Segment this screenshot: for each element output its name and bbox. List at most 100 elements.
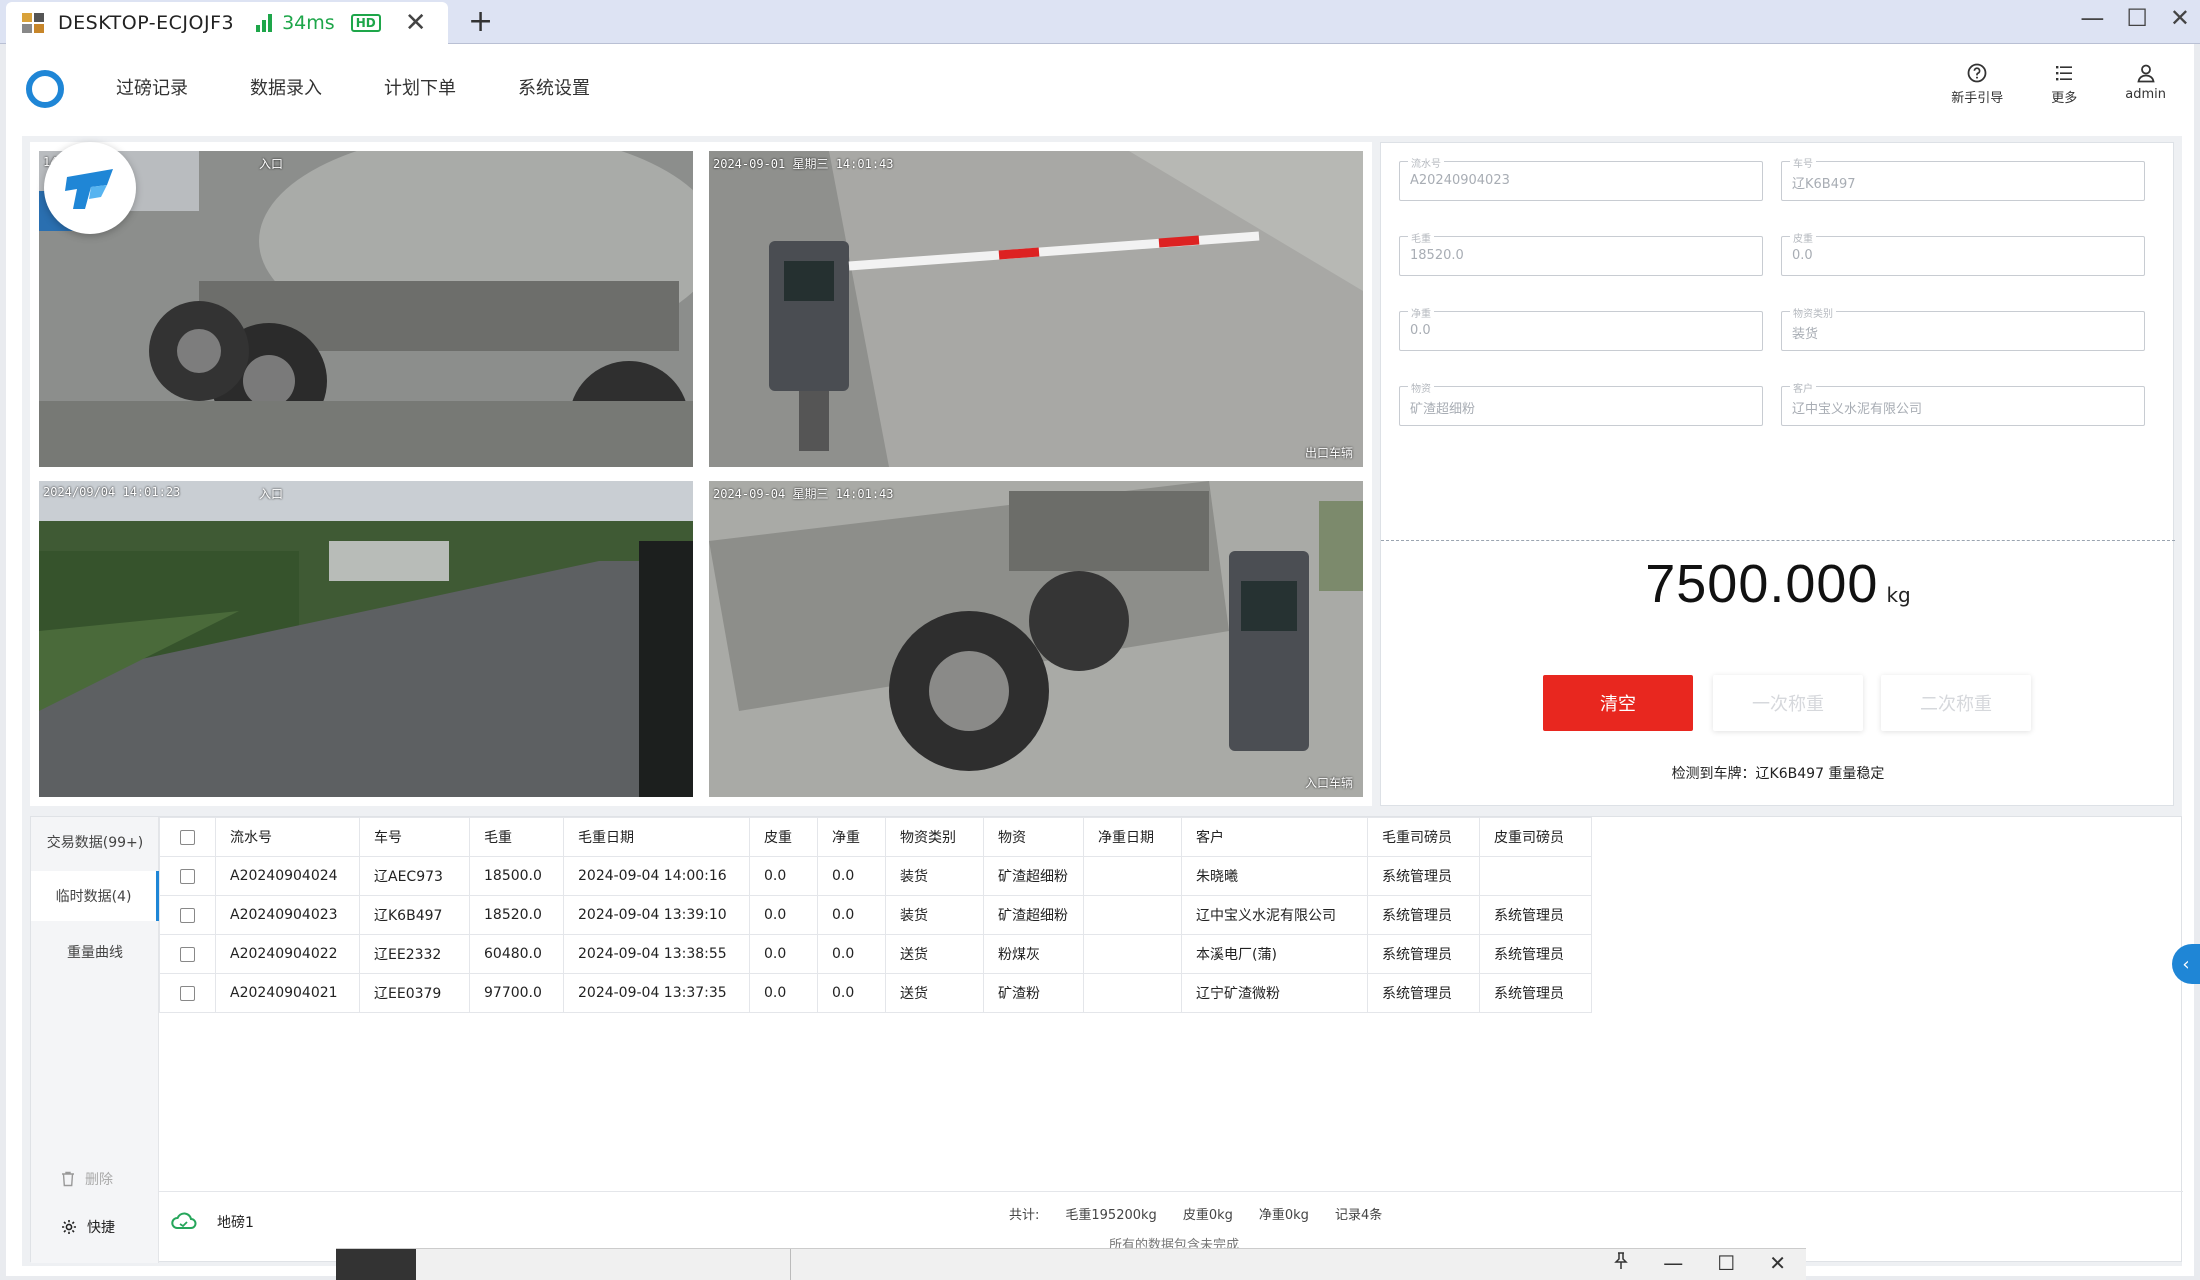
row-checkbox[interactable] — [180, 907, 195, 923]
remote-desktop-bar: DESKTOP-ECJOJF3 34ms HD ✕ + — ☐ ✕ — [0, 0, 2200, 44]
cell-tare: 0.0 — [749, 973, 818, 1013]
column-header[interactable]: 客户 — [1181, 817, 1368, 857]
row-select-cell[interactable] — [159, 856, 216, 896]
new-tab-button[interactable]: + — [468, 4, 493, 39]
row-checkbox[interactable] — [180, 868, 195, 884]
table-header-row: 流水号 车号 毛重 毛重日期 皮重 净重 物资类别 物资 净重日期 客户 毛重司 — [159, 817, 1592, 857]
remote-app-icon — [20, 10, 48, 36]
column-header[interactable]: 流水号 — [215, 817, 360, 857]
totals-label: 共计: — [1009, 1208, 1040, 1223]
gross-weight-field[interactable]: 毛重 18520.0 — [1399, 230, 1763, 276]
camera-feed-3[interactable]: 2024/09/04 14:01:23 入口 — [39, 481, 693, 797]
more-button[interactable]: 更多 — [2051, 62, 2077, 106]
remote-host-name: DESKTOP-ECJOJF3 — [58, 12, 235, 34]
taskbar-maximize-button[interactable]: ☐ — [1717, 1251, 1735, 1275]
scale-status[interactable]: 地磅1 — [171, 1212, 254, 1232]
help-guide-button[interactable]: 新手引导 — [1951, 62, 2003, 106]
table-row[interactable]: A20240904022 辽EE2332 60480.0 2024-09-04 … — [159, 934, 1592, 974]
cell-material: 矿渣粉 — [983, 973, 1084, 1013]
close-window-button[interactable]: ✕ — [2170, 4, 2190, 32]
table-row[interactable]: A20240904024 辽AEC973 18500.0 2024-09-04 … — [159, 856, 1592, 896]
hd-quality-badge[interactable]: HD — [350, 14, 381, 32]
column-header[interactable]: 物资类别 — [885, 817, 984, 857]
column-header[interactable]: 净重日期 — [1083, 817, 1182, 857]
column-header[interactable]: 车号 — [359, 817, 470, 857]
field-label: 车号 — [1790, 155, 1816, 170]
plate-number-field[interactable]: 车号 辽K6B497 — [1781, 155, 2145, 201]
column-header[interactable]: 毛重司磅员 — [1367, 817, 1480, 857]
row-select-cell[interactable] — [159, 895, 216, 935]
first-weighing-button[interactable]: 一次称重 — [1713, 675, 1863, 731]
user-menu-button[interactable]: admin — [2125, 62, 2166, 106]
top-navigation: 过磅记录 数据录入 计划下单 系统设置 新手引导 更多 admin — [6, 44, 2194, 128]
signal-strength-icon — [256, 14, 273, 32]
cell-serial: A20240904021 — [215, 973, 360, 1013]
net-weight-field[interactable]: 净重 0.0 — [1399, 305, 1763, 351]
close-tab-button[interactable]: ✕ — [405, 10, 427, 36]
camera-feed-2[interactable]: 2024-09-01 星期三 14:01:43 出口车辆 — [709, 151, 1363, 467]
customer-field[interactable]: 客户 辽中宝义水泥有限公司 — [1781, 380, 2145, 426]
net-total: 净重0kg — [1258, 1208, 1309, 1223]
camera-feed-4[interactable]: 2024-09-04 星期三 14:01:43 入口车辆 — [709, 481, 1363, 797]
table-row[interactable]: A20240904021 辽EE0379 97700.0 2024-09-04 … — [159, 973, 1592, 1013]
app-logo-icon — [26, 70, 64, 108]
field-label: 客户 — [1790, 380, 1816, 395]
cell-tare-operator: 系统管理员 — [1479, 934, 1592, 974]
row-select-cell[interactable] — [159, 934, 216, 974]
clear-button[interactable]: 清空 — [1543, 675, 1693, 731]
cell-category: 装货 — [885, 895, 984, 935]
cell-plate: 辽K6B497 — [359, 895, 470, 935]
shortcut-button[interactable]: 快捷 — [61, 1217, 115, 1237]
menu-plan-order[interactable]: 计划下单 — [384, 74, 456, 100]
column-header[interactable]: 物资 — [983, 817, 1084, 857]
row-checkbox[interactable] — [180, 985, 195, 1001]
cell-gross: 60480.0 — [469, 934, 564, 974]
field-label: 流水号 — [1408, 155, 1444, 170]
minimize-button[interactable]: — — [2080, 4, 2104, 32]
camera-timestamp: 2024-09-01 星期三 14:01:43 — [713, 157, 894, 171]
cell-net-date — [1083, 973, 1182, 1013]
cell-net-date — [1083, 856, 1182, 896]
tab-temp-data[interactable]: 临时数据(4) — [31, 871, 159, 921]
material-category-field[interactable]: 物资类别 装货 — [1781, 305, 2145, 351]
cell-gross-date: 2024-09-04 13:37:35 — [563, 973, 750, 1013]
menu-data-entry[interactable]: 数据录入 — [250, 74, 322, 100]
tab-weight-curve[interactable]: 重量曲线 — [31, 927, 159, 977]
floating-assistant-button[interactable] — [44, 142, 136, 234]
select-all-cell[interactable] — [159, 817, 216, 857]
cell-serial: A20240904023 — [215, 895, 360, 935]
second-weighing-button[interactable]: 二次称重 — [1881, 675, 2031, 731]
column-header[interactable]: 净重 — [817, 817, 886, 857]
column-header[interactable]: 皮重 — [749, 817, 818, 857]
camera-feed-1[interactable]: 14:01:24 入口 — [39, 151, 693, 467]
gear-icon — [62, 1220, 76, 1234]
cell-material: 矿渣超细粉 — [983, 895, 1084, 935]
gross-total: 毛重195200kg — [1065, 1208, 1157, 1223]
taskbar-minimize-button[interactable]: — — [1663, 1251, 1683, 1275]
cell-gross-operator: 系统管理员 — [1367, 856, 1480, 896]
cell-net: 0.0 — [817, 973, 886, 1013]
column-header[interactable]: 毛重日期 — [563, 817, 750, 857]
column-header[interactable]: 毛重 — [469, 817, 564, 857]
totals-summary: 共计: 毛重195200kg 皮重0kg 净重0kg 记录4条 — [1009, 1204, 1382, 1223]
camera-timestamp: 2024-09-04 星期三 14:01:43 — [713, 487, 894, 501]
taskbar-close-button[interactable]: ✕ — [1769, 1251, 1786, 1275]
table-row[interactable]: A20240904023 辽K6B497 18520.0 2024-09-04 … — [159, 895, 1592, 935]
menu-system-settings[interactable]: 系统设置 — [518, 74, 590, 100]
pin-icon[interactable] — [1613, 1251, 1629, 1275]
weighbridge-app: 过磅记录 数据录入 计划下单 系统设置 新手引导 更多 admin 入口 202… — [6, 44, 2194, 1276]
serial-number-field[interactable]: 流水号 A20240904023 — [1399, 155, 1763, 201]
maximize-button[interactable]: ☐ — [2126, 4, 2148, 32]
remote-session-tab[interactable]: DESKTOP-ECJOJF3 34ms HD ✕ — [6, 2, 448, 44]
tab-trade-data[interactable]: 交易数据(99+) — [31, 817, 159, 867]
row-checkbox[interactable] — [180, 946, 195, 962]
column-header[interactable]: 皮重司磅员 — [1479, 817, 1592, 857]
user-name: admin — [2125, 87, 2166, 102]
menu-weighing-records[interactable]: 过磅记录 — [116, 74, 188, 100]
tare-weight-field[interactable]: 皮重 0.0 — [1781, 230, 2145, 276]
delete-button[interactable]: 删除 — [61, 1169, 113, 1189]
material-field[interactable]: 物资 矿渣超细粉 — [1399, 380, 1763, 426]
select-all-checkbox[interactable] — [180, 829, 195, 845]
row-select-cell[interactable] — [159, 973, 216, 1013]
trash-icon — [62, 1171, 74, 1187]
